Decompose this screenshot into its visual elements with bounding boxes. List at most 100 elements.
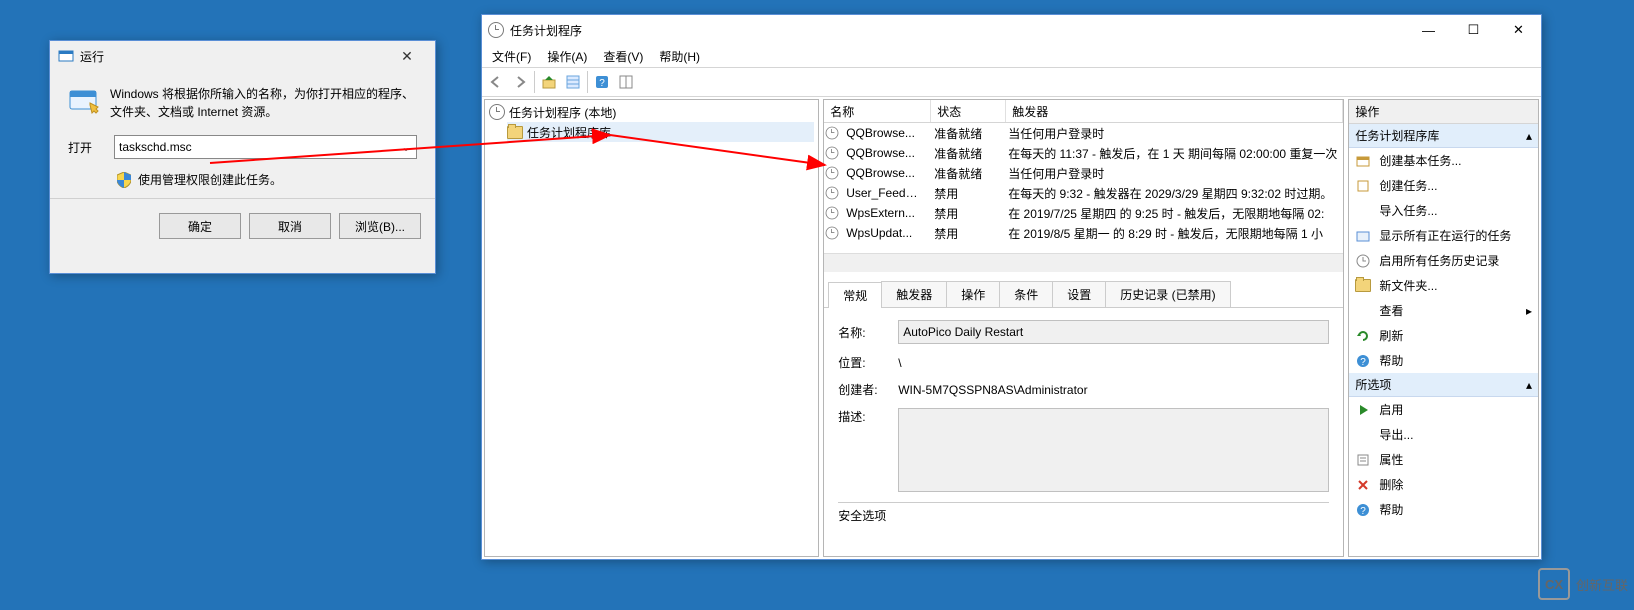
location-label: 位置:: [838, 354, 884, 371]
task-status: 禁用: [928, 225, 1002, 242]
location-value: \: [898, 356, 901, 370]
menu-action[interactable]: 操作(A): [547, 48, 587, 65]
run-open-combobox[interactable]: taskschd.msc ⌄: [114, 135, 417, 159]
action-item[interactable]: 导入任务...: [1349, 198, 1538, 223]
action-item[interactable]: 显示所有正在运行的任务: [1349, 223, 1538, 248]
action-item[interactable]: 启用所有任务历史记录: [1349, 248, 1538, 273]
tree-library[interactable]: 任务计划程序库: [507, 122, 814, 142]
task-trigger: 在 2019/8/5 星期一 的 8:29 时 - 触发后，无限期地每隔 1 小: [1002, 225, 1343, 242]
task-name: WpsExtern...: [840, 206, 928, 220]
history-icon: [1355, 253, 1371, 269]
task-status: 准备就绪: [928, 145, 1002, 162]
actions-pane-title: 操作: [1349, 100, 1538, 124]
task-status: 禁用: [928, 205, 1002, 222]
actions-section-selected[interactable]: 所选项 ▴: [1349, 373, 1538, 397]
create-icon: [1355, 178, 1371, 194]
run-close-button[interactable]: ✕: [387, 42, 427, 70]
task-name: QQBrowse...: [840, 126, 928, 140]
task-trigger: 当任何用户登录时: [1002, 125, 1343, 142]
props-icon: [1355, 452, 1371, 468]
col-name[interactable]: 名称: [824, 100, 931, 122]
minimize-button[interactable]: —: [1406, 16, 1451, 44]
maximize-button[interactable]: ☐: [1451, 16, 1496, 44]
action-item[interactable]: 删除: [1349, 472, 1538, 497]
task-row[interactable]: WpsUpdat...禁用在 2019/8/5 星期一 的 8:29 时 - 触…: [824, 223, 1343, 243]
run-icon: [58, 48, 74, 64]
task-list[interactable]: QQBrowse...准备就绪当任何用户登录时QQBrowse...准备就绪在每…: [824, 123, 1343, 253]
help-button[interactable]: ?: [590, 70, 614, 94]
task-row[interactable]: QQBrowse...准备就绪当任何用户登录时: [824, 163, 1343, 183]
collapse-icon: ▴: [1526, 378, 1532, 392]
run-ok-button[interactable]: 确定: [159, 213, 241, 239]
tab-actions[interactable]: 操作: [946, 281, 1000, 307]
watermark-text: 创新互联: [1576, 575, 1628, 594]
view-icon: [1355, 303, 1371, 319]
description-label: 描述:: [838, 408, 884, 425]
menu-help[interactable]: 帮助(H): [659, 48, 700, 65]
clock-icon: [824, 225, 840, 241]
tab-general[interactable]: 常规: [828, 282, 882, 308]
up-folder-button[interactable]: [537, 70, 561, 94]
action-item[interactable]: 创建任务...: [1349, 173, 1538, 198]
view-list-button[interactable]: [561, 70, 585, 94]
clock-icon: [489, 104, 505, 120]
menu-view[interactable]: 查看(V): [603, 48, 643, 65]
tab-triggers[interactable]: 触发器: [881, 281, 947, 307]
task-row[interactable]: User_Feed_...禁用在每天的 9:32 - 触发器在 2029/3/2…: [824, 183, 1343, 203]
tab-settings[interactable]: 设置: [1052, 281, 1106, 307]
folder-icon: [507, 124, 523, 140]
forward-button[interactable]: [508, 70, 532, 94]
svg-text:?: ?: [599, 78, 605, 89]
task-scheduler-titlebar: 任务计划程序 — ☐ ✕: [482, 15, 1541, 45]
enable-icon: [1355, 402, 1371, 418]
action-item[interactable]: ?帮助: [1349, 348, 1538, 373]
actions-pane: 操作 任务计划程序库 ▴ 创建基本任务...创建任务...导入任务...显示所有…: [1348, 99, 1539, 557]
svg-text:?: ?: [1361, 357, 1367, 368]
clock-icon: [824, 165, 840, 181]
shield-icon: [116, 172, 132, 188]
action-item[interactable]: 新文件夹...: [1349, 273, 1538, 298]
action-item[interactable]: ?帮助: [1349, 497, 1538, 522]
close-button[interactable]: ✕: [1496, 16, 1541, 44]
run-browse-button[interactable]: 浏览(B)...: [339, 213, 421, 239]
task-row[interactable]: WpsExtern...禁用在 2019/7/25 星期四 的 9:25 时 -…: [824, 203, 1343, 223]
actions-section-library[interactable]: 任务计划程序库 ▴: [1349, 124, 1538, 148]
task-status: 禁用: [928, 185, 1002, 202]
delete-icon: [1355, 477, 1371, 493]
task-trigger: 在每天的 11:37 - 触发后，在 1 天 期间每隔 02:00:00 重复一…: [1002, 145, 1343, 162]
tab-conditions[interactable]: 条件: [999, 281, 1053, 307]
watermark: CX 创新互联: [1538, 568, 1628, 600]
run-cancel-button[interactable]: 取消: [249, 213, 331, 239]
horizontal-scrollbar[interactable]: [824, 253, 1343, 272]
description-field: [898, 408, 1329, 492]
col-trigger[interactable]: 触发器: [1006, 100, 1343, 122]
run-open-value: taskschd.msc: [119, 140, 192, 154]
run-titlebar: 运行 ✕: [50, 41, 435, 71]
action-item[interactable]: 创建基本任务...: [1349, 148, 1538, 173]
task-scheduler-title: 任务计划程序: [510, 22, 582, 39]
action-item[interactable]: 导出...: [1349, 422, 1538, 447]
task-name: QQBrowse...: [840, 146, 928, 160]
task-row[interactable]: QQBrowse...准备就绪在每天的 11:37 - 触发后，在 1 天 期间…: [824, 143, 1343, 163]
detail-tabs: 常规 触发器 操作 条件 设置 历史记录 (已禁用): [824, 277, 1343, 308]
combo-chevron-icon[interactable]: ⌄: [398, 138, 414, 156]
tree-root[interactable]: 任务计划程序 (本地): [489, 102, 814, 122]
run-app-icon: [68, 85, 100, 117]
tile-button[interactable]: [614, 70, 638, 94]
running-icon: [1355, 228, 1371, 244]
menu-file[interactable]: 文件(F): [492, 48, 531, 65]
menubar: 文件(F) 操作(A) 查看(V) 帮助(H): [482, 45, 1541, 67]
action-item[interactable]: 查看▸: [1349, 298, 1538, 323]
run-shield-note: 使用管理权限创建此任务。: [138, 171, 282, 188]
tab-history[interactable]: 历史记录 (已禁用): [1105, 281, 1230, 307]
col-status[interactable]: 状态: [931, 100, 1006, 122]
action-item[interactable]: 属性: [1349, 447, 1538, 472]
creator-value: WIN-5M7QSSPN8AS\Administrator: [898, 383, 1087, 397]
action-item[interactable]: 刷新: [1349, 323, 1538, 348]
action-item[interactable]: 启用: [1349, 397, 1538, 422]
task-scheduler-window: 任务计划程序 — ☐ ✕ 文件(F) 操作(A) 查看(V) 帮助(H) ? 任…: [481, 14, 1542, 560]
task-row[interactable]: QQBrowse...准备就绪当任何用户登录时: [824, 123, 1343, 143]
name-label: 名称:: [838, 324, 884, 341]
help-icon: ?: [1355, 353, 1371, 369]
back-button[interactable]: [484, 70, 508, 94]
